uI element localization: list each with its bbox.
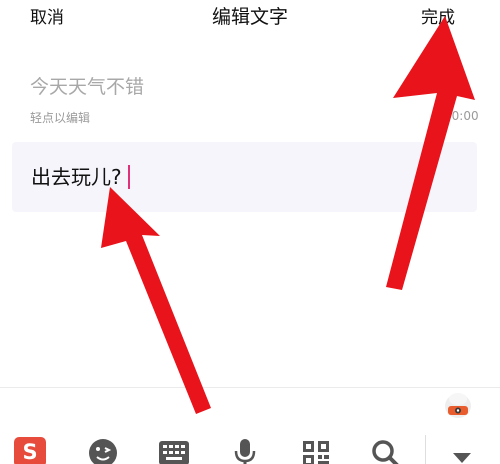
- clipboard-item[interactable]: 今天天气不错 轻点以编辑 00:00: [30, 72, 480, 125]
- edit-text-line: 出去玩儿?: [31, 161, 130, 191]
- qr-code-icon[interactable]: [299, 433, 335, 464]
- keyboard-icon[interactable]: [157, 433, 193, 464]
- microphone-icon[interactable]: [228, 433, 264, 464]
- search-icon[interactable]: [368, 433, 404, 464]
- text-edit-box[interactable]: 出去玩儿?: [12, 142, 477, 212]
- header-bar: 取消 编辑文字 完成: [0, 0, 500, 36]
- toolbar-separator: [425, 435, 426, 464]
- sogou-logo-icon[interactable]: S: [13, 433, 49, 464]
- emoji-icon[interactable]: [86, 433, 122, 464]
- tap-to-edit-hint: 轻点以编辑: [30, 111, 91, 125]
- edit-text-value: 出去玩儿?: [31, 165, 122, 189]
- keyboard-toolbar: S: [0, 427, 500, 464]
- svg-text:S: S: [22, 440, 37, 464]
- keyboard-skin-face-icon[interactable]: [443, 391, 473, 419]
- clipboard-time: 00:00: [444, 109, 479, 123]
- clipboard-text: 今天天气不错: [30, 76, 145, 98]
- chevron-down-icon[interactable]: [444, 433, 480, 464]
- annotation-arrows: [101, 16, 475, 414]
- text-caret: [127, 164, 130, 189]
- done-button[interactable]: 完成: [421, 3, 455, 28]
- keyboard-divider: [0, 387, 500, 388]
- arrow-to-edit-text: [101, 187, 211, 414]
